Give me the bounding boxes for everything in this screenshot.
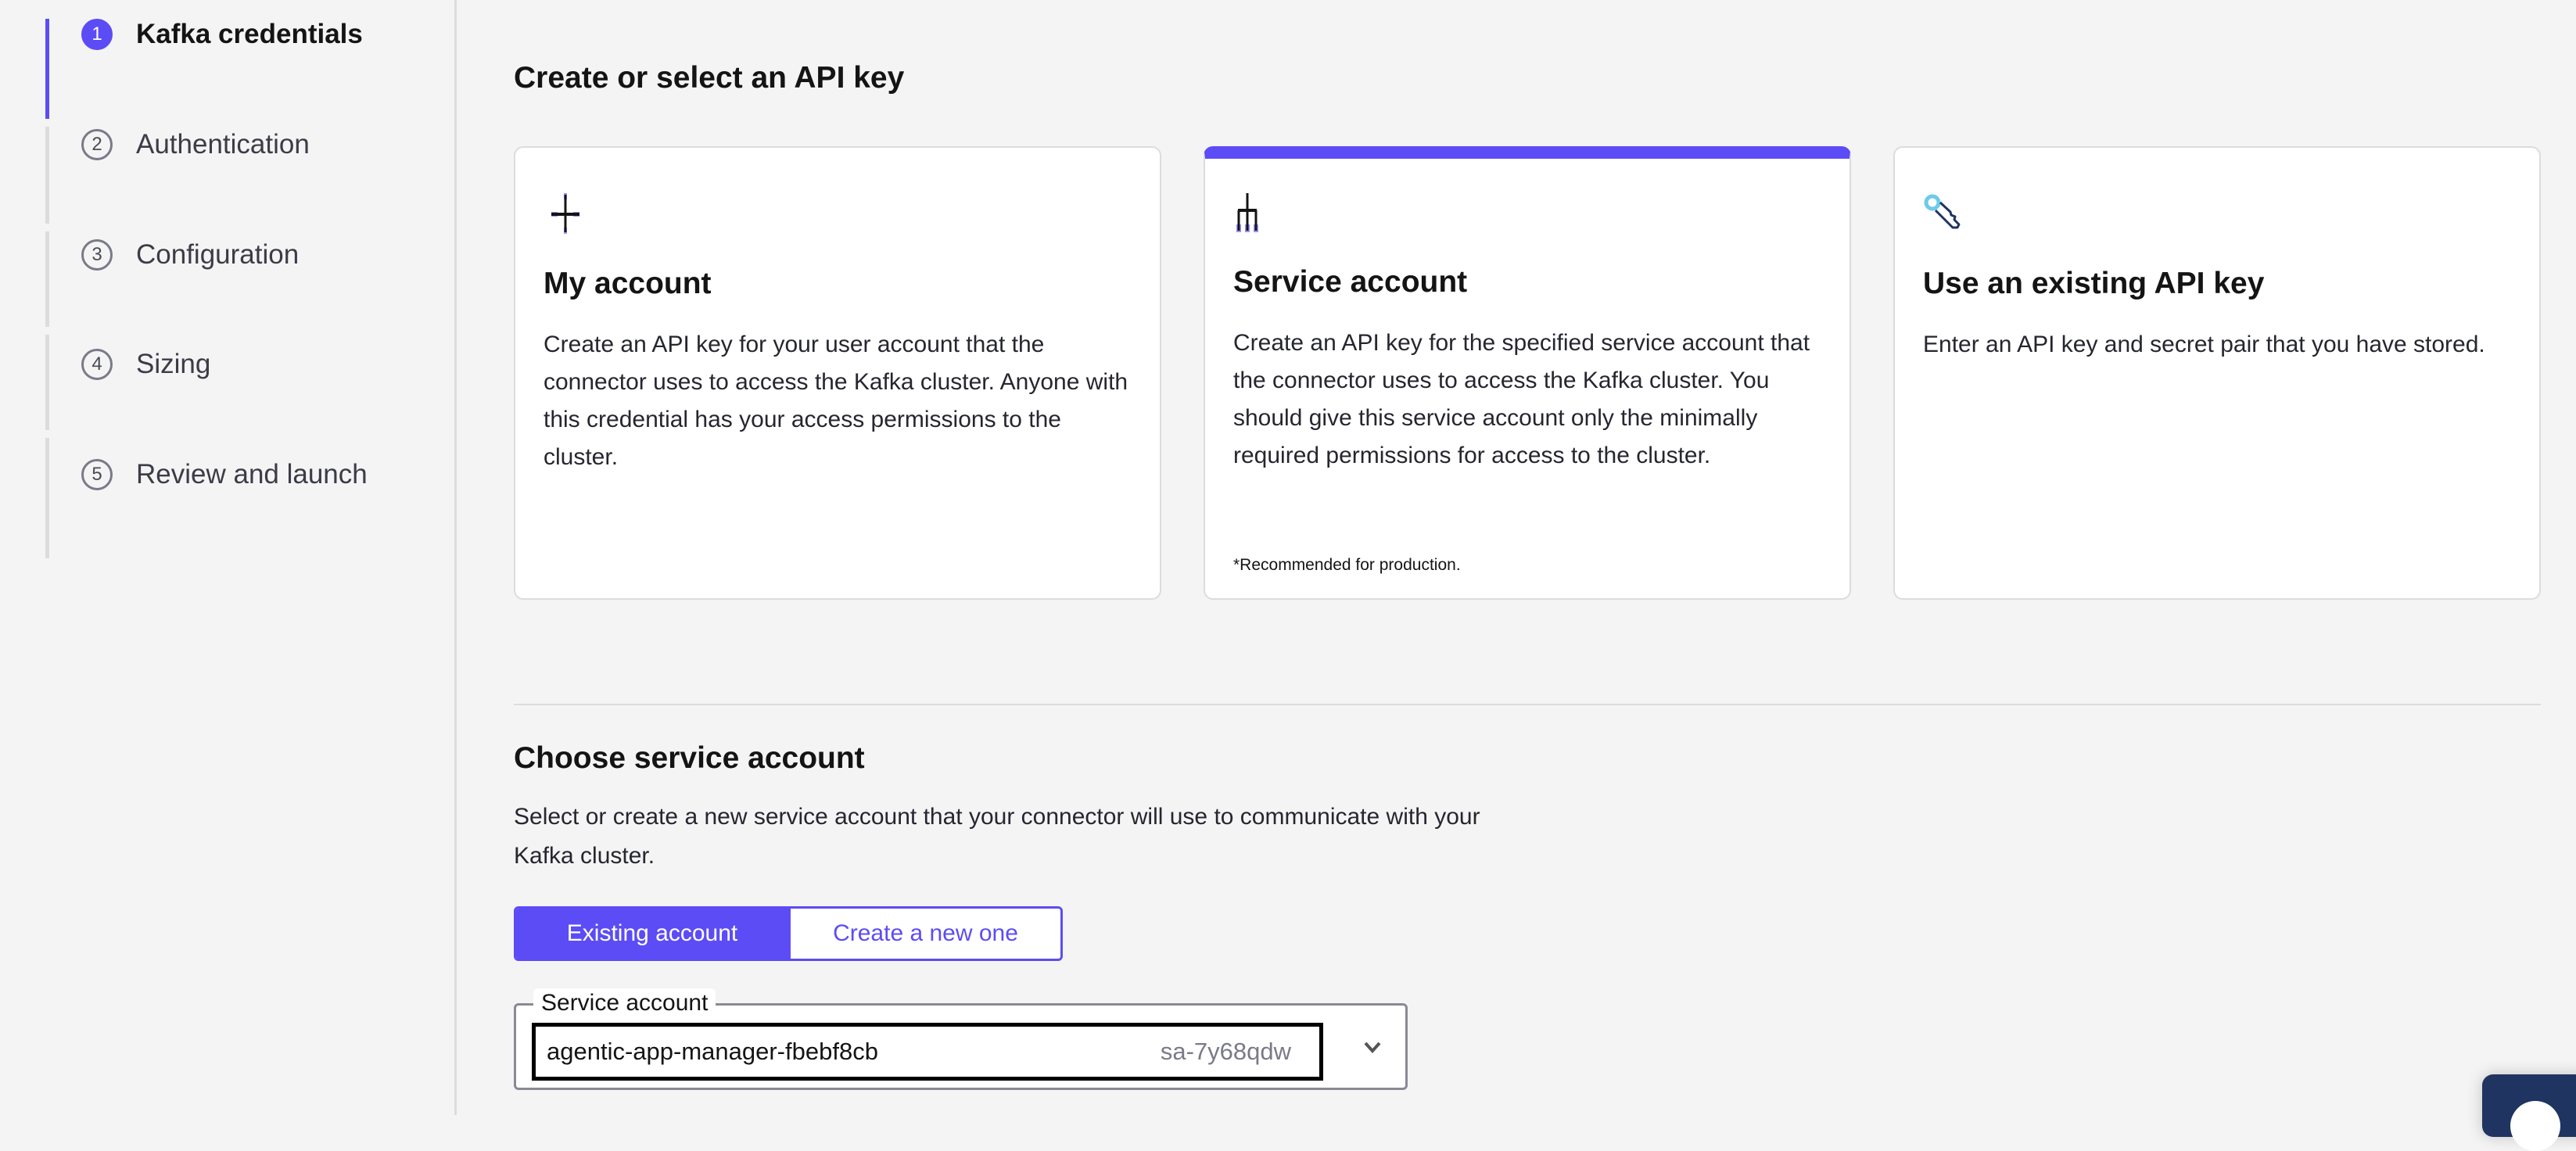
key-icon: [1924, 194, 1961, 229]
user-plus-icon: [551, 193, 579, 234]
selected-account-name: agentic-app-manager-fbebf8cb: [547, 1038, 878, 1065]
section-description: Select or create a new service account t…: [514, 804, 1480, 869]
step-label: Kafka credentials: [136, 19, 363, 49]
service-account-icon: [1236, 193, 1258, 232]
card-description: Enter an API key and secret pair that yo…: [1923, 332, 2485, 357]
chevron-down-icon[interactable]: [1361, 1035, 1384, 1059]
help-chat-button[interactable]: [2482, 1074, 2576, 1151]
step-sizing[interactable]: 4 Sizing: [81, 347, 210, 382]
step-configuration[interactable]: 3 Configuration: [81, 238, 299, 272]
stepper-sidebar: 1 Kafka credentials 2 Authentication 3 C…: [0, 0, 457, 1115]
card-my-account[interactable]: My account Create an API key for your us…: [514, 146, 1161, 600]
page-title: Create or select an API key: [514, 61, 905, 95]
select-label: Service account: [533, 988, 716, 1018]
step-progress-bar-active: [45, 19, 49, 119]
card-title: Service account: [1233, 265, 1468, 299]
step-number-badge: 3: [81, 239, 113, 271]
existing-account-button[interactable]: Existing account: [516, 909, 788, 959]
step-review-and-launch[interactable]: 5 Review and launch: [81, 457, 368, 492]
account-mode-toggle: Existing account Create a new one: [514, 906, 1063, 961]
card-note: *Recommended for production.: [1233, 556, 1461, 574]
step-progress-bar: [45, 335, 49, 430]
card-description: Create an API key for the specified serv…: [1233, 330, 1810, 468]
card-service-account[interactable]: Service account Create an API key for th…: [1204, 146, 1851, 600]
section-divider: [514, 704, 2541, 705]
step-label: Sizing: [136, 349, 211, 379]
step-label: Review and launch: [136, 459, 368, 489]
step-progress-bar: [45, 438, 49, 558]
step-number-badge: 4: [81, 349, 113, 380]
create-new-account-button[interactable]: Create a new one: [788, 909, 1060, 959]
step-progress-bar: [45, 231, 49, 327]
step-label: Authentication: [136, 129, 310, 160]
card-existing-api-key[interactable]: Use an existing API key Enter an API key…: [1893, 146, 2541, 600]
card-description: Create an API key for your user account …: [544, 332, 1128, 470]
step-label: Configuration: [136, 239, 300, 270]
card-title: Use an existing API key: [1923, 267, 2265, 300]
card-title: My account: [544, 267, 712, 300]
section-title: Choose service account: [514, 741, 865, 775]
step-number-badge: 1: [81, 19, 113, 50]
chat-avatar-icon: [2510, 1101, 2560, 1151]
step-authentication[interactable]: 2 Authentication: [81, 127, 310, 162]
step-progress-bar: [45, 127, 49, 224]
step-number-badge: 5: [81, 459, 113, 490]
step-number-badge: 2: [81, 129, 113, 160]
step-kafka-credentials[interactable]: 1 Kafka credentials: [81, 17, 363, 52]
selected-option[interactable]: agentic-app-manager-fbebf8cb sa-7y68qdw: [532, 1023, 1323, 1081]
selected-account-id: sa-7y68qdw: [1160, 1038, 1291, 1065]
service-account-select[interactable]: Service account agentic-app-manager-fbeb…: [514, 988, 1408, 1090]
